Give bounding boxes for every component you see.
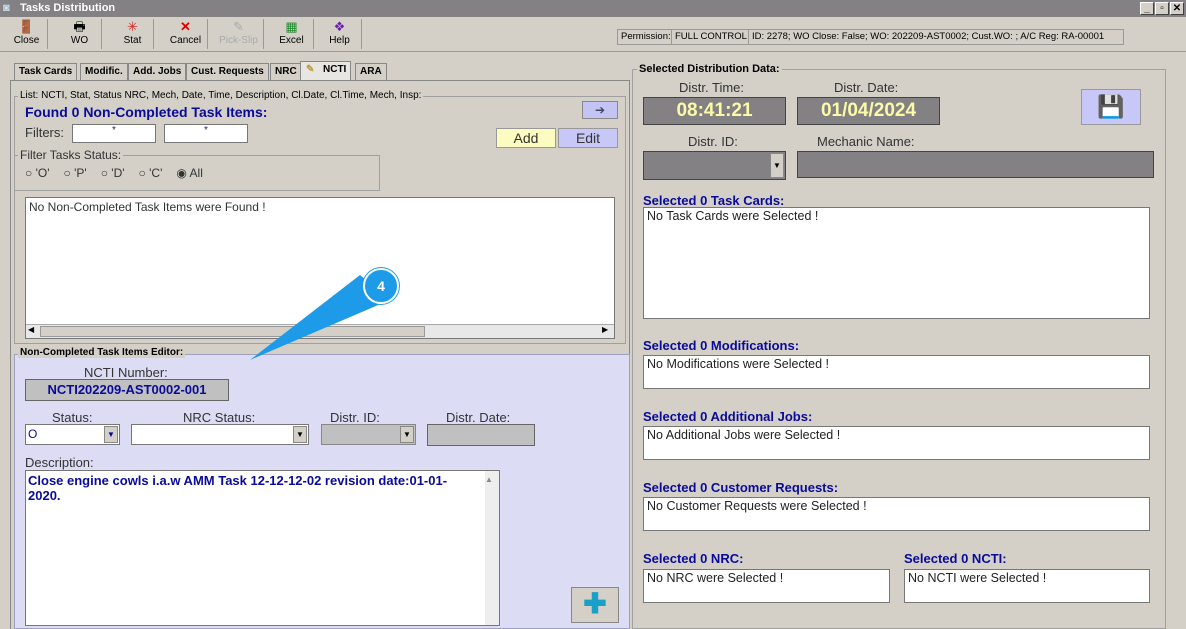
status-radio-group: ○ 'O' ○ 'P' ○ 'D' ○ 'C' ◉ All	[25, 166, 203, 180]
ncti-title: Selected 0 NCTI:	[904, 551, 1007, 566]
floppy-disk-icon: 💾	[1097, 94, 1125, 119]
additional-jobs-list[interactable]: No Additional Jobs were Selected !	[643, 426, 1150, 460]
radio-c[interactable]: ○ 'C'	[139, 166, 163, 180]
scroll-left-icon[interactable]: ◀	[28, 325, 34, 334]
scroll-right-icon[interactable]: ▶	[602, 325, 608, 334]
app-icon: ◙	[3, 2, 10, 14]
arrow-right-icon: ➔	[594, 103, 606, 117]
toolbar-excel-button[interactable]: ▦ Excel	[270, 19, 314, 49]
radio-all[interactable]: ◉ All	[176, 166, 203, 180]
permission-value: FULL CONTROL	[671, 29, 751, 45]
edit-button[interactable]: Edit	[558, 128, 618, 148]
nrc-list[interactable]: No NRC were Selected !	[643, 569, 890, 603]
add-button[interactable]: Add	[496, 128, 556, 148]
wo-details: ID: 2278; WO Close: False; WO: 202209-AS…	[748, 29, 1124, 45]
distr-date-label: Distr. Date:	[446, 410, 511, 425]
radio-d[interactable]: ○ 'D'	[101, 166, 125, 180]
add-item-button[interactable]: ✚	[571, 587, 619, 623]
maximize-button[interactable]: ▫	[1155, 2, 1169, 15]
close-window-button[interactable]: ✕	[1170, 2, 1184, 15]
status-dropdown[interactable]: O ▼	[25, 424, 120, 445]
customer-requests-title: Selected 0 Customer Requests:	[643, 480, 839, 495]
task-cards-title: Selected 0 Task Cards:	[643, 193, 785, 208]
distr-id-select[interactable]: ▼	[643, 151, 786, 180]
plus-icon: ✚	[583, 588, 607, 619]
door-exit-icon: 🚪	[18, 19, 35, 34]
nrc-status-dropdown[interactable]: ▼	[131, 424, 309, 445]
distr-date-field	[427, 424, 535, 446]
toolbar-cancel-button[interactable]: ✕ Cancel	[164, 19, 208, 49]
status-filter-label: Filter Tasks Status:	[18, 148, 124, 162]
task-cards-list[interactable]: No Task Cards were Selected !	[643, 207, 1150, 319]
tab-ara[interactable]: ARA	[355, 63, 387, 80]
mechanic-name-field	[797, 151, 1154, 178]
mechanic-name-label: Mechanic Name:	[817, 134, 915, 149]
callout-badge: 4	[363, 268, 399, 304]
filter-input-2[interactable]: *	[164, 124, 248, 143]
distr-time-label: Distr. Time:	[679, 80, 745, 95]
description-textarea[interactable]: Close engine cowls i.a.w AMM Task 12-12-…	[25, 470, 500, 626]
title-bar: ◙ Tasks Distribution	[0, 0, 1186, 17]
radio-p[interactable]: ○ 'P'	[64, 166, 87, 180]
help-book-icon: ❖	[333, 19, 346, 34]
status-label: Status:	[52, 410, 93, 425]
minimize-button[interactable]: _	[1140, 2, 1154, 15]
chevron-down-icon[interactable]: ▼	[770, 153, 784, 178]
permission-label: Permission:	[617, 29, 675, 45]
window-title: Tasks Distribution	[20, 2, 116, 14]
toolbar-close-button[interactable]: 🚪 Close	[6, 19, 48, 49]
toolbar-wo-button[interactable]: 🖶 WO	[58, 19, 102, 49]
toolbar-stat-button[interactable]: ✳ Stat	[112, 19, 154, 49]
arrow-right-button[interactable]: ➔	[582, 101, 618, 119]
cancel-x-icon: ✕	[180, 19, 191, 34]
distr-id-dropdown[interactable]: ▼	[321, 424, 416, 445]
distr-date-value: 01/04/2024	[797, 97, 940, 125]
filter-input-1[interactable]: *	[72, 124, 156, 143]
distr-id-label: Distr. ID:	[330, 410, 380, 425]
radio-o[interactable]: ○ 'O'	[25, 166, 50, 180]
tab-add-jobs[interactable]: Add. Jobs	[128, 63, 187, 80]
save-button[interactable]: 💾	[1081, 89, 1141, 125]
pick-slip-icon: ✎	[233, 19, 244, 34]
scroll-up-icon[interactable]: ▲	[485, 475, 493, 484]
tab-modific[interactable]: Modific.	[80, 63, 128, 80]
chevron-down-icon[interactable]: ▼	[400, 426, 414, 443]
notepad-icon: ✎	[306, 64, 315, 75]
distr-date-label-right: Distr. Date:	[834, 80, 899, 95]
distribution-group-label: Selected Distribution Data:	[637, 63, 782, 75]
toolbar-pick-slip-button[interactable]: ✎ Pick-Slip	[214, 19, 264, 49]
nrc-title: Selected 0 NRC:	[643, 551, 744, 566]
modifications-title: Selected 0 Modifications:	[643, 338, 800, 353]
ncti-list[interactable]: No NCTI were Selected !	[904, 569, 1150, 603]
toolbar-divider	[0, 51, 1186, 52]
tab-ncti[interactable]: ✎ NCTI	[300, 61, 352, 80]
tab-task-cards[interactable]: Task Cards	[14, 63, 78, 80]
empty-list-message: No Non-Completed Task Items were Found !	[29, 200, 266, 214]
list-group-label: List: NCTI, Stat, Status NRC, Mech, Date…	[18, 90, 424, 101]
tab-nrc[interactable]: NRC	[270, 63, 302, 80]
stat-icon: ✳	[127, 19, 138, 34]
tab-cust-requests[interactable]: Cust. Requests	[186, 63, 269, 80]
chevron-down-icon[interactable]: ▼	[104, 426, 118, 443]
chevron-down-icon[interactable]: ▼	[293, 426, 307, 443]
distr-id-label-right: Distr. ID:	[688, 134, 738, 149]
description-scrollbar[interactable]: ▲	[485, 471, 499, 625]
ncti-number-label: NCTI Number:	[84, 365, 168, 380]
ncti-number-field: NCTI202209-AST0002-001	[25, 379, 229, 401]
description-label: Description:	[25, 455, 94, 470]
editor-group-label: Non-Completed Task Items Editor:	[18, 347, 186, 358]
nrc-status-label: NRC Status:	[183, 410, 256, 425]
found-count: Found 0 Non-Completed Task Items:	[25, 104, 268, 120]
distr-time-value: 08:41:21	[643, 97, 786, 125]
customer-requests-list[interactable]: No Customer Requests were Selected !	[643, 497, 1150, 531]
toolbar-help-button[interactable]: ❖ Help	[318, 19, 362, 49]
excel-icon: ▦	[285, 19, 298, 34]
filters-label: Filters:	[25, 125, 64, 140]
printer-icon: 🖶	[73, 19, 86, 34]
modifications-list[interactable]: No Modifications were Selected !	[643, 355, 1150, 389]
additional-jobs-title: Selected 0 Additional Jobs:	[643, 409, 813, 424]
